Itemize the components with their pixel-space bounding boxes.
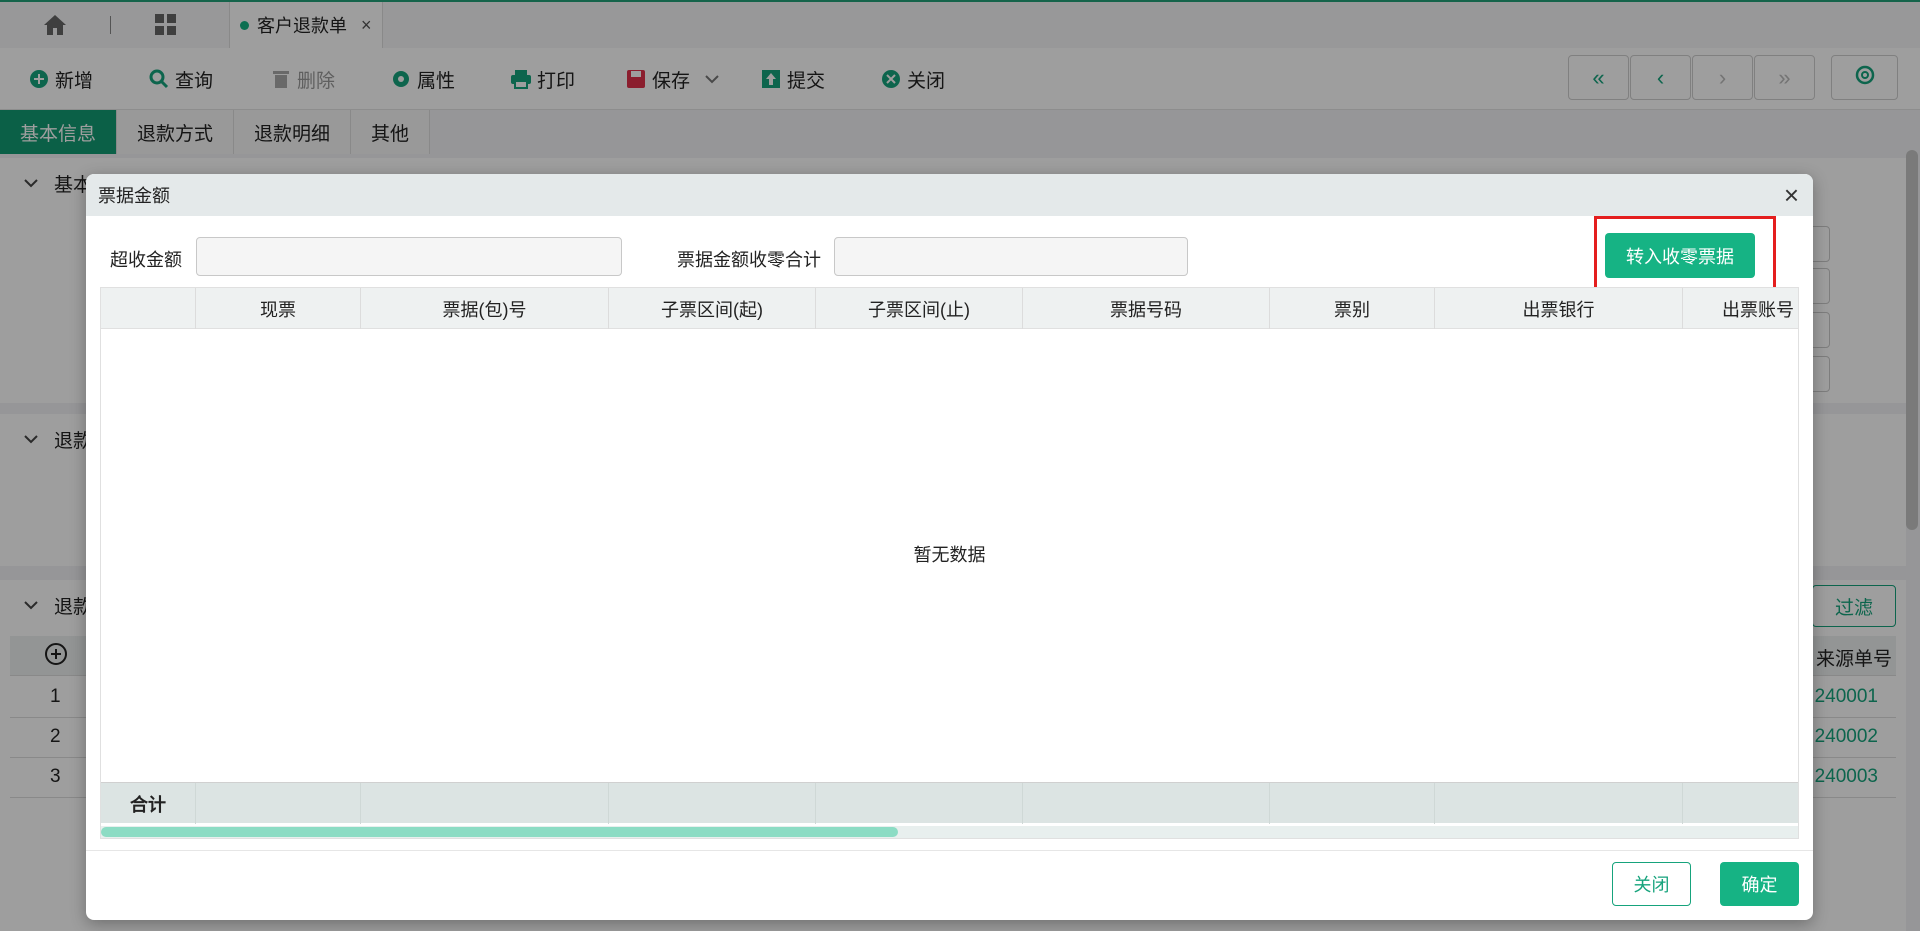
empty-state-text: 暂无数据 — [913, 545, 986, 565]
footer-cell — [1023, 783, 1270, 824]
footer-total-label: 合计 — [101, 783, 196, 824]
footer-cell — [361, 783, 609, 824]
dialog-close-icon[interactable]: × — [1784, 182, 1799, 208]
grid-footer: 合计 — [101, 782, 1798, 824]
footer-cell — [1270, 783, 1435, 824]
footer-cell — [1435, 783, 1683, 824]
bill-amount-dialog: 票据金额 × 超收金额 票据金额收零合计 转入收零票据 现票 票据(包)号 子票… — [86, 174, 1813, 920]
zero-total-input[interactable] — [834, 237, 1188, 276]
col-issuing-bank[interactable]: 出票银行 — [1435, 288, 1683, 329]
col-bill-number[interactable]: 票据号码 — [1023, 288, 1270, 329]
col-sub-range-end[interactable]: 子票区间(止) — [816, 288, 1023, 329]
footer-cell — [816, 783, 1023, 824]
footer-cell — [196, 783, 361, 824]
over-amount-input[interactable] — [196, 237, 622, 276]
grid-header: 现票 票据(包)号 子票区间(起) 子票区间(止) 票据号码 票别 出票银行 出… — [101, 288, 1798, 329]
convert-to-zero-bill-button[interactable]: 转入收零票据 — [1605, 233, 1755, 278]
dialog-confirm-button[interactable]: 确定 — [1720, 862, 1799, 906]
over-amount-label: 超收金额 — [110, 250, 182, 270]
col-sub-range-start[interactable]: 子票区间(起) — [609, 288, 816, 329]
col-bill-type[interactable]: 票别 — [1270, 288, 1435, 329]
scrollbar-thumb[interactable] — [101, 827, 898, 837]
dialog-footer — [86, 850, 1813, 920]
horizontal-scrollbar[interactable] — [101, 826, 1798, 838]
col-issuing-account[interactable]: 出票账号 — [1683, 288, 1798, 329]
zero-total-label: 票据金额收零合计 — [677, 250, 821, 270]
col-bill-package-no[interactable]: 票据(包)号 — [361, 288, 609, 329]
dialog-form-row: 超收金额 票据金额收零合计 — [86, 237, 1813, 277]
dialog-header: 票据金额 × — [86, 174, 1813, 216]
bill-grid: 现票 票据(包)号 子票区间(起) 子票区间(止) 票据号码 票别 出票银行 出… — [100, 287, 1799, 839]
dialog-title: 票据金额 — [98, 186, 170, 206]
col-cash-bill[interactable]: 现票 — [196, 288, 361, 329]
dialog-close-button[interactable]: 关闭 — [1612, 862, 1691, 906]
grid-header-blank — [101, 288, 196, 329]
footer-cell — [609, 783, 816, 824]
